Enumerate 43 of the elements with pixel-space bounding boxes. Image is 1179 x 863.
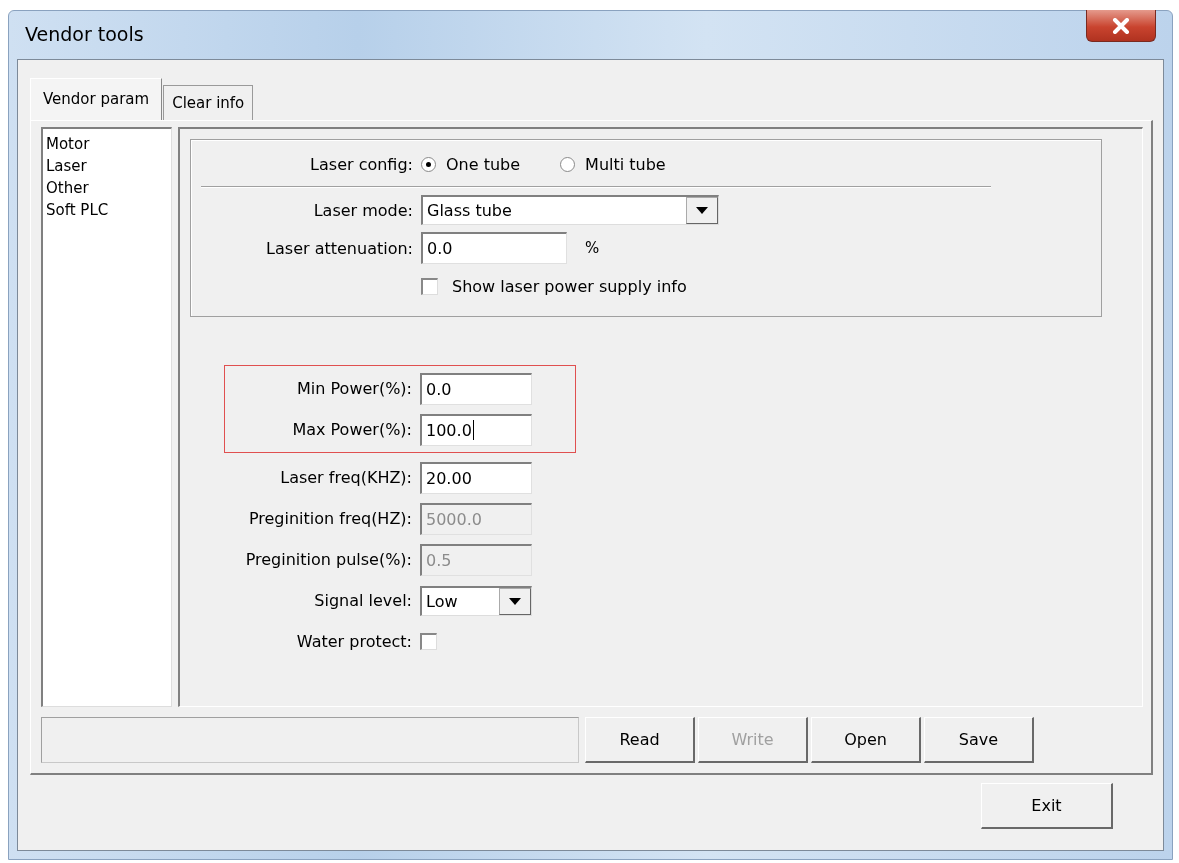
category-item[interactable]: Other — [45, 177, 169, 199]
radio-label: One tube — [446, 154, 521, 174]
caret-icon — [509, 597, 521, 605]
field-label: Max Power(%): — [291, 420, 412, 439]
exit-button[interactable]: Exit — [981, 783, 1113, 829]
signal-level-dropdown[interactable]: Low — [420, 585, 532, 616]
category-item[interactable]: Laser — [45, 155, 169, 177]
field-label: Water protect: — [295, 632, 412, 651]
dropdown-button[interactable] — [499, 587, 531, 615]
field-label: Preginition freq(HZ): — [247, 509, 412, 528]
action-button[interactable]: Open — [811, 717, 921, 763]
input-field[interactable]: 20.00 — [420, 461, 532, 494]
field-label: Preginition pulse(%): — [244, 550, 412, 569]
input-field[interactable]: 0.0 — [420, 372, 532, 405]
field-label: Laser attenuation: — [265, 238, 413, 258]
category-item[interactable]: Soft PLC — [45, 199, 169, 221]
radio-button[interactable] — [421, 156, 436, 172]
laser-mode-dropdown[interactable]: Glass tube — [421, 195, 719, 225]
unit-label: % — [585, 239, 600, 257]
field-label: Signal level: — [313, 591, 412, 610]
category-item[interactable]: Motor — [45, 133, 169, 155]
input-field[interactable]: 100.0 — [420, 413, 532, 446]
attenuation-field[interactable]: 0.0 — [421, 232, 567, 264]
action-button[interactable]: Read — [585, 717, 695, 763]
tab[interactable]: Vendor param — [30, 78, 163, 120]
field-label: Laser config: — [309, 154, 413, 174]
field-label: Min Power(%): — [296, 379, 412, 398]
radio-label: Multi tube — [585, 154, 666, 174]
checkbox[interactable] — [421, 277, 438, 295]
dropdown-value: Low — [425, 590, 459, 613]
action-button[interactable]: Save — [924, 717, 1034, 763]
dropdown-value: Glass tube — [426, 200, 513, 222]
window-title: Vendor tools — [25, 23, 144, 45]
tab[interactable]: Clear info — [163, 85, 254, 120]
caret-icon — [696, 207, 708, 214]
field-label: Laser freq(KHZ): — [279, 468, 412, 487]
checkbox[interactable] — [420, 633, 437, 650]
close-button[interactable] — [1086, 10, 1156, 42]
field-label: Laser mode: — [312, 200, 413, 220]
close-icon — [1112, 17, 1130, 34]
checkbox-label: Show laser power supply info — [452, 276, 687, 296]
radio-button[interactable] — [560, 156, 576, 172]
dropdown-button[interactable] — [686, 197, 718, 224]
